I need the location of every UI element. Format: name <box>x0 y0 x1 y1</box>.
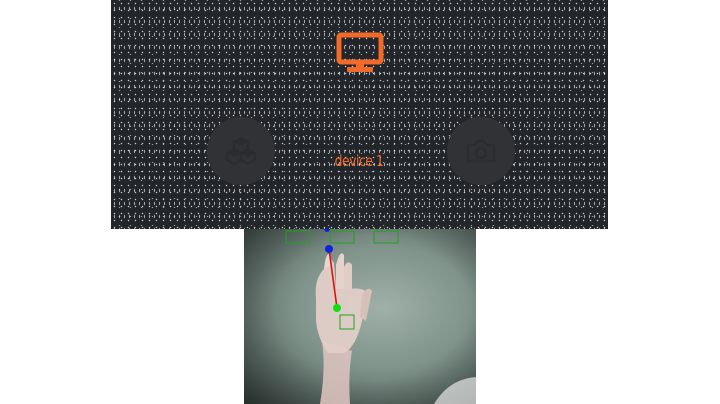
camera-button[interactable] <box>447 117 515 185</box>
device-label: device 1 <box>334 152 384 170</box>
finger <box>344 262 352 291</box>
camera-feed <box>244 229 476 404</box>
keypoint-finger <box>325 245 333 253</box>
cubes-button[interactable] <box>207 117 275 185</box>
camera-icon <box>466 139 496 163</box>
cubes-icon <box>225 136 257 166</box>
monitor-icon <box>336 32 384 72</box>
hand-tracking-overlay <box>244 229 476 404</box>
device-panel: device 1 <box>111 0 608 229</box>
keypoint-palm <box>333 304 341 312</box>
